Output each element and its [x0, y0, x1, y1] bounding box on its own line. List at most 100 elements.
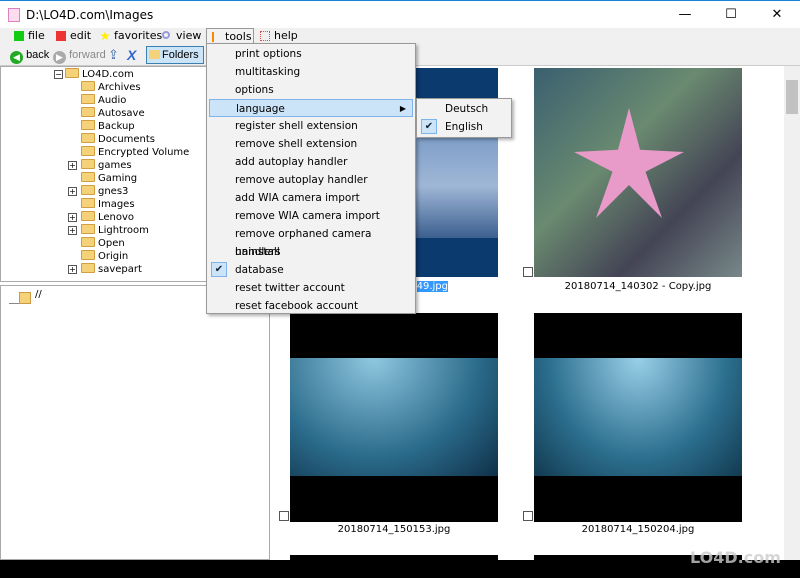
forward-arrow-icon: ▶: [53, 51, 66, 64]
file-icon: [14, 31, 24, 41]
folder-icon: [81, 133, 95, 143]
language-submenu: Deutsch ✔ English: [416, 98, 512, 138]
close-button[interactable]: ✕: [754, 1, 800, 29]
watermark-logo: LO4D.com: [690, 548, 781, 567]
thumbnail-image[interactable]: [534, 313, 742, 522]
back-arrow-icon: ◀: [10, 51, 23, 64]
menu-item[interactable]: remove WIA camera import: [209, 207, 413, 225]
menu-file[interactable]: file: [12, 28, 45, 44]
menu-item[interactable]: language ▶: [209, 99, 413, 117]
lower-pane: //: [0, 285, 270, 560]
folder-icon: [81, 198, 95, 208]
language-option[interactable]: Deutsch: [419, 100, 509, 118]
thumbnail-checkbox[interactable]: [523, 511, 533, 521]
menu-bar: file edit favorites view tools help: [0, 28, 800, 44]
folder-icon: [81, 250, 95, 260]
tree-node[interactable]: Images: [81, 198, 135, 211]
menu-item[interactable]: add autoplay handler: [209, 153, 413, 171]
edit-icon: [56, 31, 66, 41]
thumbnail-checkbox[interactable]: [279, 511, 289, 521]
minimize-button[interactable]: —: [662, 1, 708, 29]
menu-item[interactable]: print options: [209, 45, 413, 63]
expand-icon[interactable]: +: [68, 161, 77, 170]
folder-icon: [81, 107, 95, 117]
tree-node[interactable]: Autosave: [81, 107, 145, 120]
tree-node[interactable]: Origin: [81, 250, 128, 263]
menu-item[interactable]: multitasking: [209, 63, 413, 81]
thumbnail-image[interactable]: [290, 313, 498, 522]
menu-item[interactable]: register shell extension: [209, 117, 413, 135]
folder-icon: [81, 94, 95, 104]
folder-icon: [81, 81, 95, 91]
menu-item[interactable]: remove autoplay handler: [209, 171, 413, 189]
scrollbar-thumb[interactable]: [786, 80, 798, 114]
folder-icon: [81, 185, 95, 195]
forward-button[interactable]: ▶ forward: [53, 47, 106, 64]
thumbnail-image[interactable]: [534, 68, 742, 277]
maximize-button[interactable]: ☐: [708, 1, 754, 29]
menu-item[interactable]: reset twitter account: [209, 279, 413, 297]
folder-icon: [81, 237, 95, 247]
title-bar: D:\LO4D.com\Images — ☐ ✕: [0, 0, 800, 28]
tree-node-root[interactable]: LO4D.com: [65, 68, 134, 81]
menu-item[interactable]: ✔ database: [209, 261, 413, 279]
thumbnail-checkbox[interactable]: [523, 267, 533, 277]
folder-icon: [81, 146, 95, 156]
thumbnail-caption[interactable]: 20180714_150153.jpg: [290, 524, 498, 535]
tree-node[interactable]: Open: [81, 237, 125, 250]
menu-item[interactable]: remove shell extension: [209, 135, 413, 153]
vertical-scrollbar[interactable]: [784, 66, 800, 560]
menu-tools[interactable]: tools: [206, 28, 254, 44]
folder-icon: [65, 68, 79, 78]
thumbnail-caption[interactable]: 20180714_150204.jpg: [534, 524, 742, 535]
tree-node[interactable]: Encrypted Volume: [81, 146, 189, 159]
thumbnail-caption[interactable]: 20180714_140302 - Copy.jpg: [534, 281, 742, 292]
tree-node[interactable]: Archives: [81, 81, 141, 94]
expand-icon[interactable]: +: [68, 265, 77, 274]
folder-icon: [81, 224, 95, 234]
folder-icon: [149, 50, 160, 59]
tools-dropdown-menu: print options multitasking options language…: [206, 43, 416, 314]
tree-node[interactable]: Gaming: [81, 172, 137, 185]
tree-node[interactable]: Lenovo: [81, 211, 134, 224]
back-button[interactable]: ◀ back: [10, 47, 49, 64]
menu-item[interactable]: uninstall: [209, 243, 413, 261]
menu-help[interactable]: help: [258, 28, 298, 44]
tree-node[interactable]: Audio: [81, 94, 126, 107]
submenu-arrow-icon: ▶: [399, 104, 406, 113]
drive-icon: [9, 292, 31, 304]
tree-node[interactable]: Backup: [81, 120, 135, 133]
folder-icon: [81, 263, 95, 273]
language-option[interactable]: ✔ English: [419, 118, 509, 136]
status-bar: [0, 560, 800, 578]
folders-button[interactable]: Folders: [146, 46, 204, 64]
delete-icon[interactable]: X: [127, 47, 136, 63]
menu-item[interactable]: remove orphaned camera handlers: [209, 225, 413, 258]
folder-icon: [81, 120, 95, 130]
menu-edit[interactable]: edit: [54, 28, 91, 44]
app-icon: [8, 8, 20, 22]
window-title: D:\LO4D.com\Images: [26, 8, 154, 22]
collapse-icon[interactable]: −: [54, 70, 63, 79]
expand-icon[interactable]: +: [68, 213, 77, 222]
eye-icon: [162, 31, 170, 39]
help-icon: [260, 31, 270, 41]
menu-view[interactable]: view: [160, 28, 201, 44]
star-icon: [100, 31, 110, 41]
tree-node[interactable]: gnes3: [81, 185, 128, 198]
menu-favorites[interactable]: favorites: [98, 28, 162, 44]
tree-node[interactable]: savepart: [81, 263, 142, 276]
folder-up-icon[interactable]: ⇪: [108, 47, 124, 63]
tree-node[interactable]: Documents: [81, 133, 155, 146]
menu-item[interactable]: reset facebook account: [209, 297, 413, 315]
tree-node[interactable]: Lightroom: [81, 224, 149, 237]
tree-node[interactable]: games: [81, 159, 132, 172]
path-label: //: [35, 289, 42, 300]
check-icon: ✔: [421, 119, 437, 134]
folder-icon: [81, 159, 95, 169]
menu-item[interactable]: options: [209, 81, 413, 99]
expand-icon[interactable]: +: [68, 187, 77, 196]
check-icon: ✔: [211, 262, 227, 277]
menu-item[interactable]: add WIA camera import: [209, 189, 413, 207]
expand-icon[interactable]: +: [68, 226, 77, 235]
